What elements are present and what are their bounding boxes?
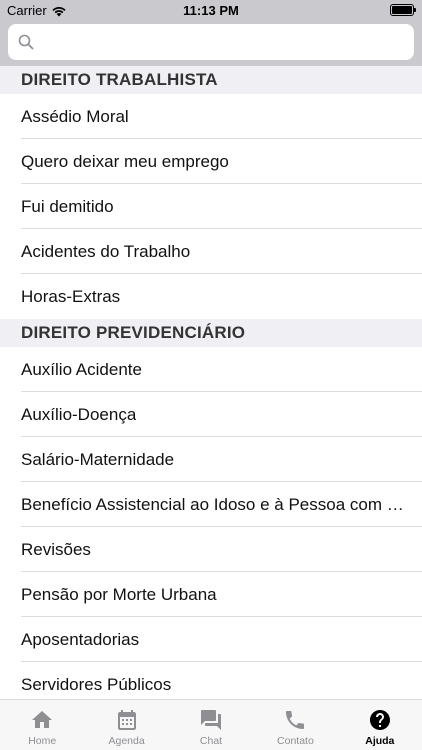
list-item-label: Auxílio-Doença [21,404,137,424]
tab-contato[interactable]: Contato [253,700,337,750]
list-item-label: Benefício Assistencial ao Idoso e à Pess… [21,494,406,514]
list-item-label: Fui demitido [21,196,114,216]
clock: 11:13 PM [183,3,239,18]
tab-bar: Home Agenda Chat Contato Ajuda [0,699,422,750]
search-input[interactable] [42,33,382,51]
list-item[interactable]: Assédio Moral [0,94,422,139]
list-item-label: Horas-Extras [21,286,121,306]
section-header-previdenciario: DIREITO PREVIDENCIÁRIO [0,319,422,347]
tab-label: Home [28,735,57,747]
list-item-label: Acidentes do Trabalho [21,241,191,261]
tab-ajuda[interactable]: Ajuda [338,700,422,750]
section-header-trabalhista: DIREITO TRABALHISTA [0,66,422,94]
list-item[interactable]: Auxílio Acidente [0,347,422,392]
tab-home[interactable]: Home [0,700,84,750]
status-bar: Carrier 11:13 PM [0,0,422,22]
list-item[interactable]: Acidentes do Trabalho [0,229,422,274]
list-item-label: Auxílio Acidente [21,359,142,379]
topic-list[interactable]: DIREITO TRABALHISTA Assédio Moral Quero … [0,66,422,699]
list-item[interactable]: Fui demitido [0,184,422,229]
list-item-label: Aposentadorias [21,629,140,649]
tab-label: Contato [277,735,314,747]
tab-label: Chat [199,735,223,747]
list-item[interactable]: Pensão por Morte Urbana [0,572,422,617]
list-item[interactable]: Quero deixar meu emprego [0,139,422,184]
list-item[interactable]: Horas-Extras [0,274,422,319]
list-item[interactable]: Benefício Assistencial ao Idoso e à Pess… [0,482,422,527]
list-item[interactable]: Servidores Públicos [0,662,422,699]
help-icon [369,710,390,730]
home-icon [32,711,53,728]
search-bar [0,22,422,66]
list-item-label: Pensão por Morte Urbana [21,584,217,604]
phone-icon [286,711,305,729]
search-field-container[interactable] [8,24,414,60]
search-icon [18,34,34,50]
list-item[interactable]: Revisões [0,527,422,572]
list-item[interactable]: Auxílio-Doença [0,392,422,437]
tab-chat[interactable]: Chat [169,700,253,750]
tab-agenda[interactable]: Agenda [84,700,168,750]
tab-label: Agenda [108,735,145,747]
list-item-label: Salário-Maternidade [21,449,175,469]
list-item-label: Servidores Públicos [21,674,172,694]
calendar-icon [117,710,136,730]
battery-icon [390,4,416,16]
list-item-label: Assédio Moral [21,106,129,126]
tab-label: Ajuda [365,735,395,747]
chat-icon [201,710,222,730]
list-item[interactable]: Aposentadorias [0,617,422,662]
list-item-label: Revisões [21,539,91,559]
list-item[interactable]: Salário-Maternidade [0,437,422,482]
list-item-label: Quero deixar meu emprego [21,151,229,171]
